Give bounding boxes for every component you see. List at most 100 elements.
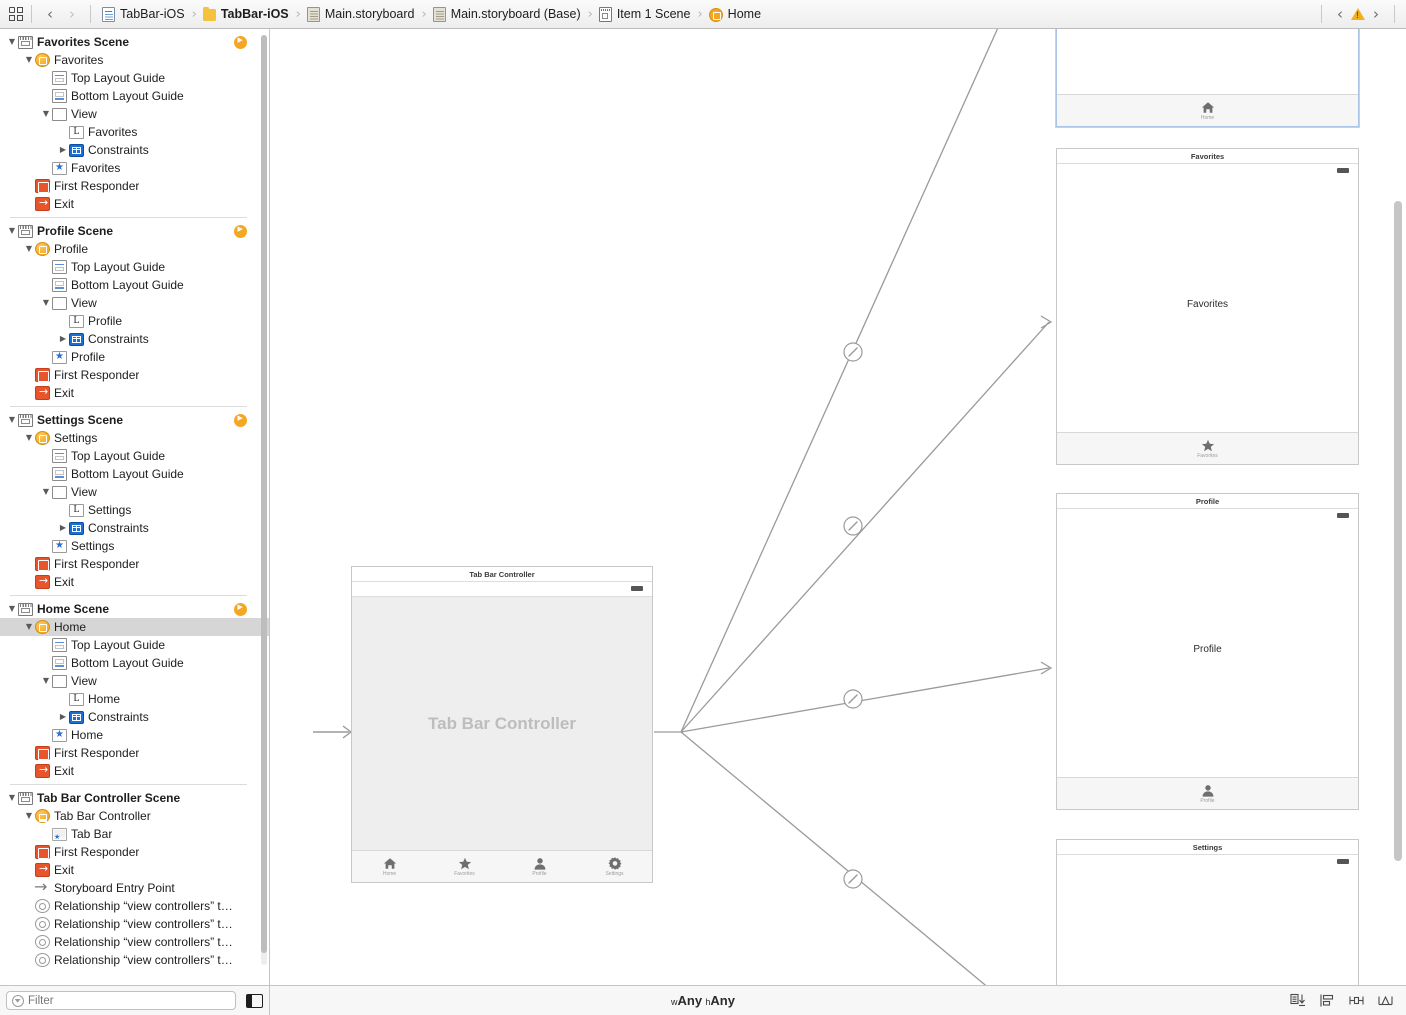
disclosure-triangle-icon[interactable] xyxy=(6,794,18,802)
scene-entry-badge-icon[interactable] xyxy=(234,602,247,616)
outline-row-view[interactable]: View xyxy=(0,105,269,123)
scene-card-home[interactable]: Home xyxy=(1056,29,1359,127)
tab-bar[interactable]: Favorites xyxy=(1057,432,1358,464)
sidebar-scrollbar[interactable] xyxy=(261,35,267,965)
outline-row-favorites[interactable]: Favorites xyxy=(0,123,269,141)
outline-row-top-layout-guide[interactable]: Top Layout Guide xyxy=(0,636,269,654)
disclosure-triangle-icon[interactable] xyxy=(40,299,52,307)
tab-bar-item-favorites[interactable]: Favorites xyxy=(427,856,502,877)
scene-card-favorites[interactable]: Favorites Favorites Favorites xyxy=(1056,148,1359,465)
disclosure-triangle-icon[interactable] xyxy=(40,677,52,685)
disclosure-triangle-icon[interactable] xyxy=(57,524,69,532)
outline-row-first-responder[interactable]: First Responder xyxy=(0,744,269,762)
outline-row-storyboard-entry-point[interactable]: Storyboard Entry Point xyxy=(0,877,269,897)
outline-row-exit[interactable]: Exit xyxy=(0,384,269,402)
outline-row-first-responder[interactable]: First Responder xyxy=(0,177,269,195)
tab-bar[interactable]: Home xyxy=(1057,94,1358,126)
outline-row-settings[interactable]: Settings xyxy=(0,501,269,519)
disclosure-triangle-icon[interactable] xyxy=(23,56,35,64)
outline-row-tab-bar-controller[interactable]: Tab Bar Controller xyxy=(0,807,269,825)
outline-row-home[interactable]: Home xyxy=(0,726,269,744)
storyboard-canvas[interactable]: Tab Bar Controller Tab Bar Controller Ho… xyxy=(271,29,1406,985)
disclosure-triangle-icon[interactable] xyxy=(40,488,52,496)
outline-row-bottom-layout-guide[interactable]: Bottom Layout Guide xyxy=(0,465,269,483)
outline-row-exit[interactable]: Exit xyxy=(0,195,269,213)
tab-bar-controller-scene-card[interactable]: Tab Bar Controller Tab Bar Controller Ho… xyxy=(351,566,653,883)
outline-row-tab-bar-controller-scene[interactable]: Tab Bar Controller Scene xyxy=(0,789,269,807)
outline-row-settings[interactable]: Settings xyxy=(0,537,269,555)
outline-row-tab-bar[interactable]: Tab Bar xyxy=(0,825,269,843)
outline-row-first-responder[interactable]: First Responder xyxy=(0,843,269,861)
outline-row-top-layout-guide[interactable]: Top Layout Guide xyxy=(0,69,269,87)
outline-row-bottom-layout-guide[interactable]: Bottom Layout Guide xyxy=(0,276,269,294)
disclosure-triangle-icon[interactable] xyxy=(6,38,18,46)
outline-row-home[interactable]: Home xyxy=(0,690,269,708)
outline-row-profile[interactable]: Profile xyxy=(0,348,269,366)
outline-row-bottom-layout-guide[interactable]: Bottom Layout Guide xyxy=(0,654,269,672)
scene-entry-badge-icon[interactable] xyxy=(234,224,247,238)
outline-row-exit[interactable]: Exit xyxy=(0,573,269,591)
related-items-icon[interactable] xyxy=(9,6,24,22)
outline-row-home-scene[interactable]: Home Scene xyxy=(0,600,269,618)
outline-panel-toggle-icon[interactable] xyxy=(246,993,263,1008)
outline-row-relationship-view-controllers-t[interactable]: Relationship “view controllers” t… xyxy=(0,933,269,951)
outline-row-bottom-layout-guide[interactable]: Bottom Layout Guide xyxy=(0,87,269,105)
disclosure-triangle-icon[interactable] xyxy=(6,605,18,613)
breadcrumb-item-tabbar-ios[interactable]: TabBar-iOS xyxy=(201,3,291,25)
tab-bar[interactable]: Home Favorites Profile Settings xyxy=(352,850,652,882)
outline-row-constraints[interactable]: Constraints xyxy=(0,519,269,537)
outline-row-first-responder[interactable]: First Responder xyxy=(0,555,269,573)
outline-row-relationship-view-controllers-t[interactable]: Relationship “view controllers” t… xyxy=(0,897,269,915)
disclosure-triangle-icon[interactable] xyxy=(23,434,35,442)
canvas-scrollbar[interactable] xyxy=(1394,201,1402,861)
outline-row-top-layout-guide[interactable]: Top Layout Guide xyxy=(0,258,269,276)
disclosure-triangle-icon[interactable] xyxy=(57,146,69,154)
document-outline-sidebar[interactable]: Favorites Scene Favorites Top Layout Guide… xyxy=(0,29,270,985)
tab-bar-item-favorites[interactable]: Favorites xyxy=(1057,438,1358,459)
disclosure-triangle-icon[interactable] xyxy=(6,416,18,424)
outline-row-constraints[interactable]: Constraints xyxy=(0,141,269,159)
outline-row-profile[interactable]: Profile xyxy=(0,240,269,258)
forward-button[interactable]: › xyxy=(61,6,83,22)
tab-bar-item-profile[interactable]: Profile xyxy=(502,856,577,877)
warning-triangle-icon[interactable] xyxy=(1351,8,1365,20)
outline-row-exit[interactable]: Exit xyxy=(0,762,269,780)
back-button[interactable]: ‹ xyxy=(39,6,61,22)
align-icon[interactable] xyxy=(1319,993,1336,1008)
scene-entry-badge-icon[interactable] xyxy=(234,35,247,49)
search-input[interactable] xyxy=(28,994,230,1007)
tab-bar[interactable]: Profile xyxy=(1057,777,1358,809)
tab-bar-item-home[interactable]: Home xyxy=(1057,100,1358,121)
outline-row-view[interactable]: View xyxy=(0,294,269,312)
previous-issue-button[interactable]: ‹ xyxy=(1329,6,1351,22)
pin-icon[interactable] xyxy=(1348,993,1365,1008)
outline-row-home[interactable]: Home xyxy=(0,618,269,636)
outline-row-first-responder[interactable]: First Responder xyxy=(0,366,269,384)
breadcrumb-item-main-storyboard-base[interactable]: Main.storyboard (Base) xyxy=(431,3,583,25)
outline-row-profile[interactable]: Profile xyxy=(0,312,269,330)
disclosure-triangle-icon[interactable] xyxy=(40,110,52,118)
tab-bar-item-settings[interactable]: Settings xyxy=(577,856,652,877)
disclosure-triangle-icon[interactable] xyxy=(6,227,18,235)
tab-bar-item-profile[interactable]: Profile xyxy=(1057,783,1358,804)
outline-row-favorites[interactable]: Favorites xyxy=(0,159,269,177)
outline-row-view[interactable]: View xyxy=(0,672,269,690)
outline-row-settings-scene[interactable]: Settings Scene xyxy=(0,411,269,429)
outline-row-settings[interactable]: Settings xyxy=(0,429,269,447)
disclosure-triangle-icon[interactable] xyxy=(23,245,35,253)
tab-bar-item-home[interactable]: Home xyxy=(352,856,427,877)
next-issue-button[interactable]: › xyxy=(1365,6,1387,22)
breadcrumb-item-tabbar-ios[interactable]: TabBar-iOS xyxy=(100,3,187,25)
disclosure-triangle-icon[interactable] xyxy=(57,713,69,721)
outline-row-constraints[interactable]: Constraints xyxy=(0,330,269,348)
outline-row-constraints[interactable]: Constraints xyxy=(0,708,269,726)
scene-entry-badge-icon[interactable] xyxy=(234,413,247,427)
breadcrumb-item-item-1-scene[interactable]: Item 1 Scene xyxy=(597,3,693,25)
disclosure-triangle-icon[interactable] xyxy=(23,623,35,631)
breadcrumb-item-main-storyboard[interactable]: Main.storyboard xyxy=(305,3,417,25)
outline-row-favorites-scene[interactable]: Favorites Scene xyxy=(0,33,269,51)
outline-row-top-layout-guide[interactable]: Top Layout Guide xyxy=(0,447,269,465)
outline-row-view[interactable]: View xyxy=(0,483,269,501)
filter-field[interactable] xyxy=(6,991,236,1010)
disclosure-triangle-icon[interactable] xyxy=(57,335,69,343)
